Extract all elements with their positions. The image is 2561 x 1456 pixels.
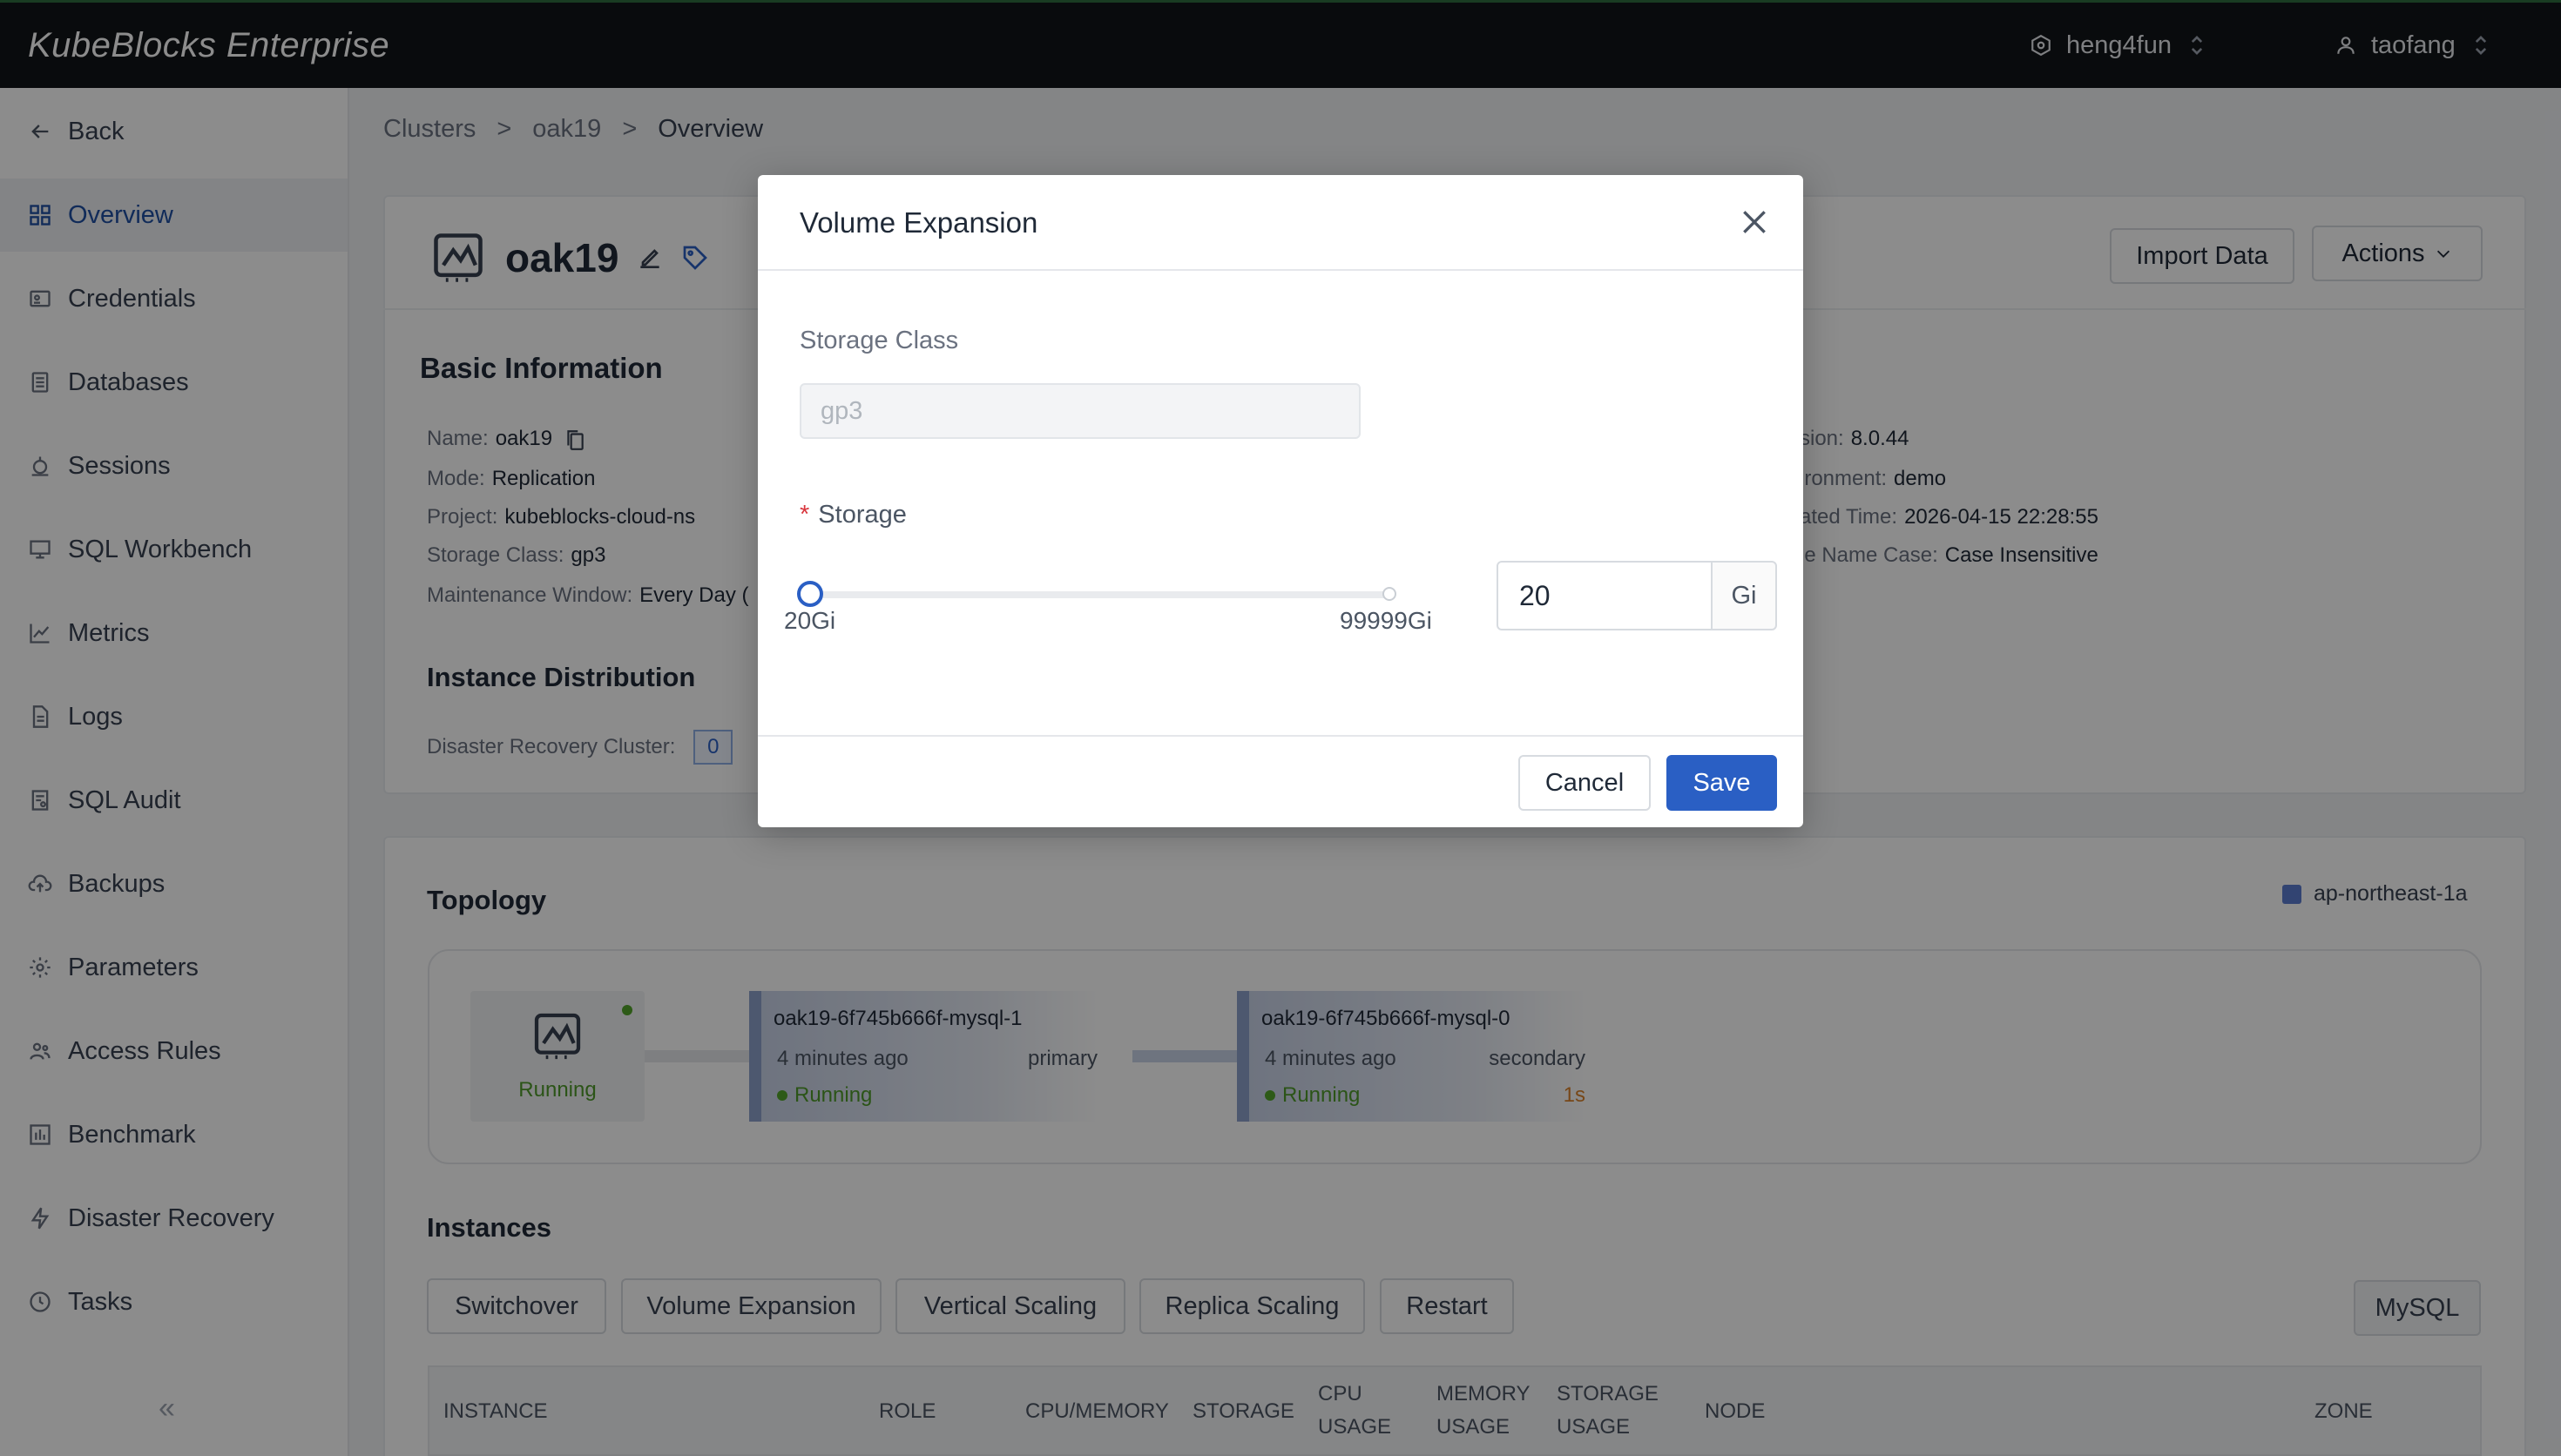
close-icon[interactable] xyxy=(1737,205,1772,239)
storage-label: * Storage xyxy=(800,501,907,529)
volume-expansion-modal: Volume Expansion Storage Class gp3 * Stor… xyxy=(758,175,1803,827)
required-mark: * xyxy=(800,501,810,529)
storage-input[interactable]: 20 xyxy=(1497,561,1713,630)
save-button[interactable]: Save xyxy=(1666,755,1777,811)
cancel-button[interactable]: Cancel xyxy=(1518,755,1651,811)
storage-slider-handle[interactable] xyxy=(797,581,823,607)
slider-max-label: 99999Gi xyxy=(1340,607,1432,634)
storage-slider-track[interactable] xyxy=(808,591,1390,598)
divider xyxy=(758,735,1803,737)
storage-class-input: gp3 xyxy=(800,383,1361,439)
slider-max-dot xyxy=(1382,587,1396,601)
storage-unit: Gi xyxy=(1711,561,1777,630)
slider-min-label: 20Gi xyxy=(784,607,836,634)
storage-label-text: Storage xyxy=(818,501,907,529)
divider xyxy=(758,269,1803,271)
modal-title: Volume Expansion xyxy=(800,206,1038,239)
storage-class-label: Storage Class xyxy=(800,327,959,354)
